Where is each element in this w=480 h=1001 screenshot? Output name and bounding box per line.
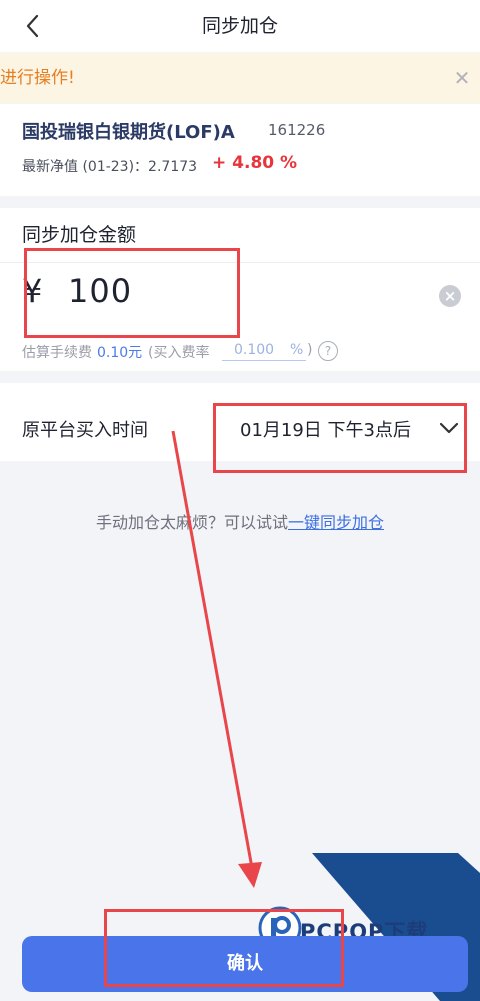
fee-value: 0.10元 xyxy=(97,345,143,361)
fee-label: 估算手续费 xyxy=(22,345,92,361)
nav-change: + 4.80 % xyxy=(212,153,298,173)
annotation-box-time xyxy=(213,403,467,473)
clear-icon[interactable]: × xyxy=(439,285,461,307)
annotation-box-amount xyxy=(24,248,240,338)
rate-paren: ) xyxy=(307,342,313,358)
help-icon[interactable]: ? xyxy=(318,341,338,361)
amount-title: 同步加仓金额 xyxy=(22,224,137,246)
close-icon[interactable]: ✕ xyxy=(450,64,474,92)
hint-row: 手动加仓太麻烦？可以试试一键同步加仓 xyxy=(0,509,480,533)
rate-label: (买入费率 xyxy=(148,345,210,361)
rate-value: 0.100 xyxy=(234,342,275,358)
nav-label: 最新净值 (01-23)：2.7173 xyxy=(22,159,198,175)
fund-code: 161226 xyxy=(268,121,326,139)
annotation-box-confirm xyxy=(104,909,344,987)
hint-text: 手动加仓太麻烦？可以试试 xyxy=(95,513,288,532)
rate-percent: % xyxy=(290,342,304,358)
fund-name: 国投瑞银白银期货(LOF)A xyxy=(22,122,235,143)
time-label: 原平台买入时间 xyxy=(22,420,148,441)
notice-text: 进行操作! xyxy=(0,68,75,88)
page-title: 同步加仓 xyxy=(201,15,278,37)
one-click-sync-link[interactable]: 一键同步加仓 xyxy=(288,513,384,532)
